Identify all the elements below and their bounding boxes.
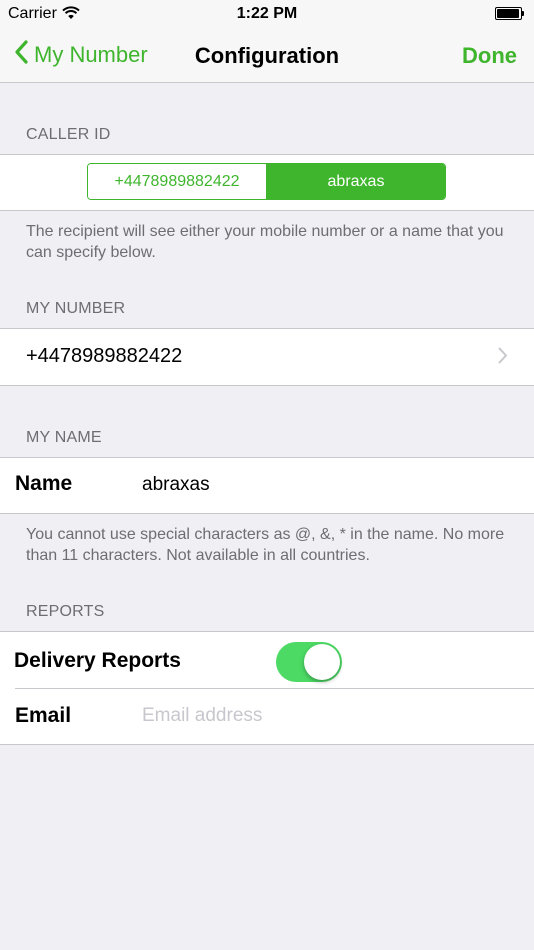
name-row[interactable]: Name abraxas [0, 457, 534, 514]
my-name-header: MY NAME [26, 429, 102, 446]
delivery-reports-toggle[interactable] [276, 642, 342, 682]
status-bar: Carrier 1:22 PM [0, 0, 534, 28]
name-field[interactable]: abraxas [142, 474, 210, 496]
delivery-reports-label: Delivery Reports [14, 649, 181, 672]
clock: 1:22 PM [236, 5, 298, 22]
my-name-footer: You cannot use special characters as @, … [26, 526, 505, 564]
navigation-bar: My Number Configuration Done [0, 28, 534, 83]
battery-icon [495, 7, 525, 20]
my-number-value: +4478989882422 [26, 345, 183, 367]
row-separator [15, 688, 534, 689]
reports-header: REPORTS [26, 603, 105, 620]
caller-id-footer: The recipient will see either your mobil… [26, 223, 504, 261]
toggle-knob [304, 644, 340, 680]
chevron-right-icon [498, 347, 508, 369]
name-label: Name [15, 472, 73, 495]
page-title: Configuration [194, 43, 340, 68]
done-button[interactable]: Done [462, 43, 517, 69]
segment-name[interactable]: abraxas [267, 164, 445, 199]
caller-id-segmented-control[interactable]: +4478989882422 abraxas [87, 163, 446, 200]
caller-id-header: CALLER ID [26, 126, 111, 143]
my-number-header: MY NUMBER [26, 300, 126, 317]
email-field[interactable] [142, 703, 502, 729]
reports-group: Delivery Reports Email [0, 631, 534, 745]
my-number-row[interactable]: +4478989882422 [0, 328, 534, 386]
segment-number[interactable]: +4478989882422 [88, 164, 267, 199]
caller-id-cell: +4478989882422 abraxas [0, 154, 534, 211]
email-label: Email [15, 704, 72, 727]
